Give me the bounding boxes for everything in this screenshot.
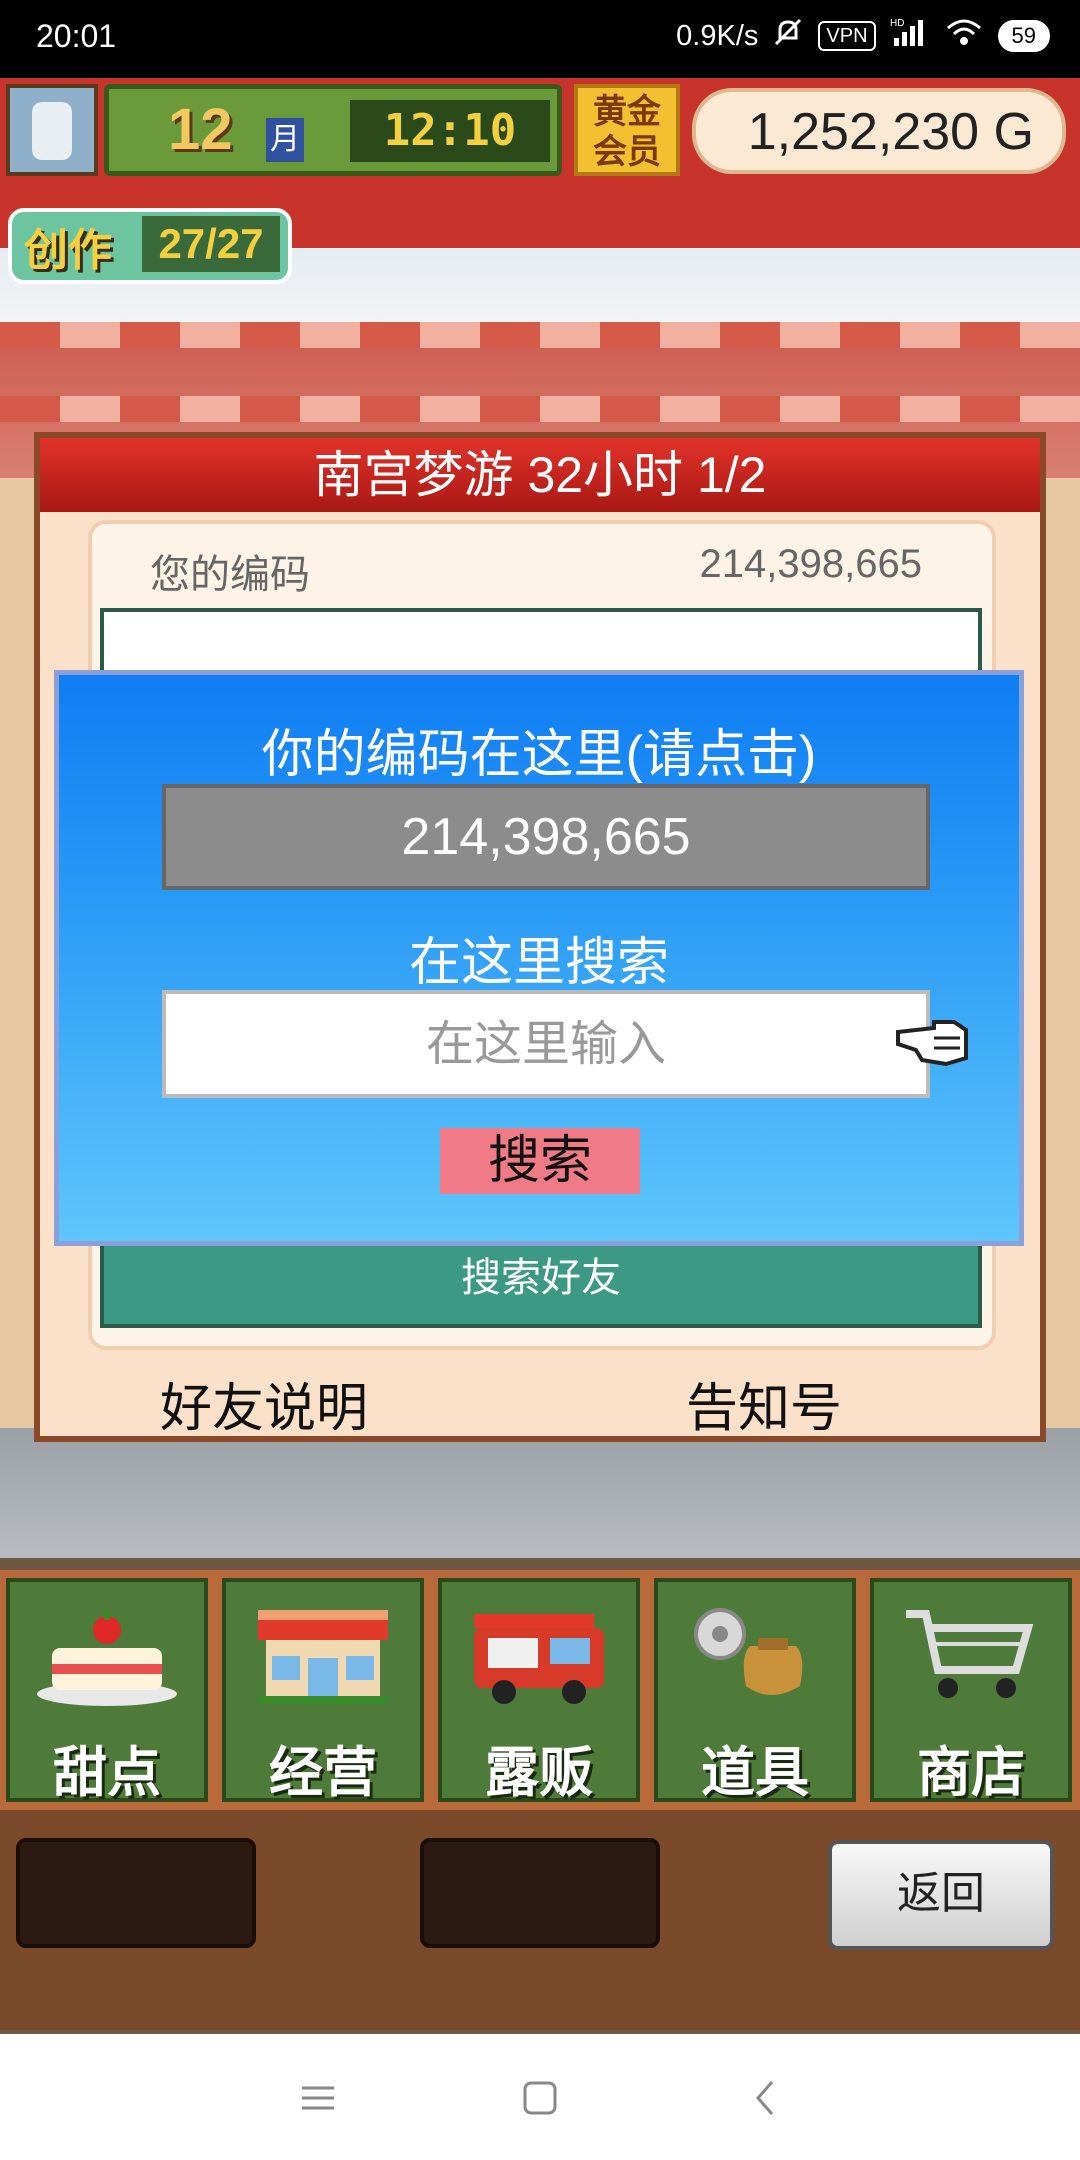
create-label: 创作 [24,226,112,275]
item-bag-icon [680,1600,830,1710]
net-speed: 0.9K/s [676,19,759,52]
empty-slot [420,1838,660,1948]
create-count: 27/27 [142,216,280,272]
panel-title: 南宫梦游 32小时 1/2 [313,447,767,503]
shop-building-icon [248,1600,398,1710]
back-button[interactable]: 返回 [828,1840,1054,1950]
month-label: 月 [266,118,304,162]
friend-help-link[interactable]: 好友说明 [160,1366,368,1441]
menu-label-stall: 露贩 [485,1743,593,1803]
svg-text:HD: HD [890,18,904,29]
my-code-button[interactable]: 214,398,665 [162,784,930,890]
mute-icon [772,16,804,56]
money-display: 1,252,230 G [692,88,1066,174]
signal-icon: HD [890,16,930,56]
status-icons: 0.9K/s VPN HD 59 [676,16,1050,56]
menu-label-items: 道具 [701,1743,809,1803]
gold-member-badge[interactable]: 黄金会员 [574,84,680,176]
menu-label-manage: 经营 [269,1743,377,1803]
battery-icon: 59 [997,20,1050,52]
player-avatar[interactable] [6,84,98,176]
hand-pointer-icon [894,1010,974,1070]
your-code-label: 您的编码 [150,553,310,597]
back-arrow-icon[interactable] [744,2076,788,2120]
wifi-icon [944,16,984,56]
home-icon[interactable] [518,2076,562,2120]
search-button[interactable]: 搜索 [440,1128,640,1194]
empty-slot [16,1838,256,1948]
your-code-value: 214,398,665 [699,542,922,586]
game-clock: 12:10 [350,100,550,162]
month-number: 12 [168,97,233,162]
cake-icon [32,1600,182,1710]
dialog-title: 你的编码在这里(请点击) [261,726,817,784]
menu-label-dessert: 甜点 [53,1743,161,1803]
shopping-cart-icon [896,1600,1046,1710]
status-time: 20:01 [36,18,117,54]
awning-stripe [0,396,1080,422]
vpn-badge: VPN [818,21,876,51]
notice-link[interactable]: 告知号 [686,1366,842,1441]
search-friend-button[interactable]: 搜索好友 [104,1236,978,1320]
menu-icon[interactable] [296,2076,340,2120]
search-input[interactable] [162,990,930,1098]
awning-stripe [0,322,1080,348]
menu-label-store: 商店 [917,1743,1025,1803]
search-heading: 在这里搜索 [408,934,669,992]
food-truck-icon [464,1600,614,1710]
